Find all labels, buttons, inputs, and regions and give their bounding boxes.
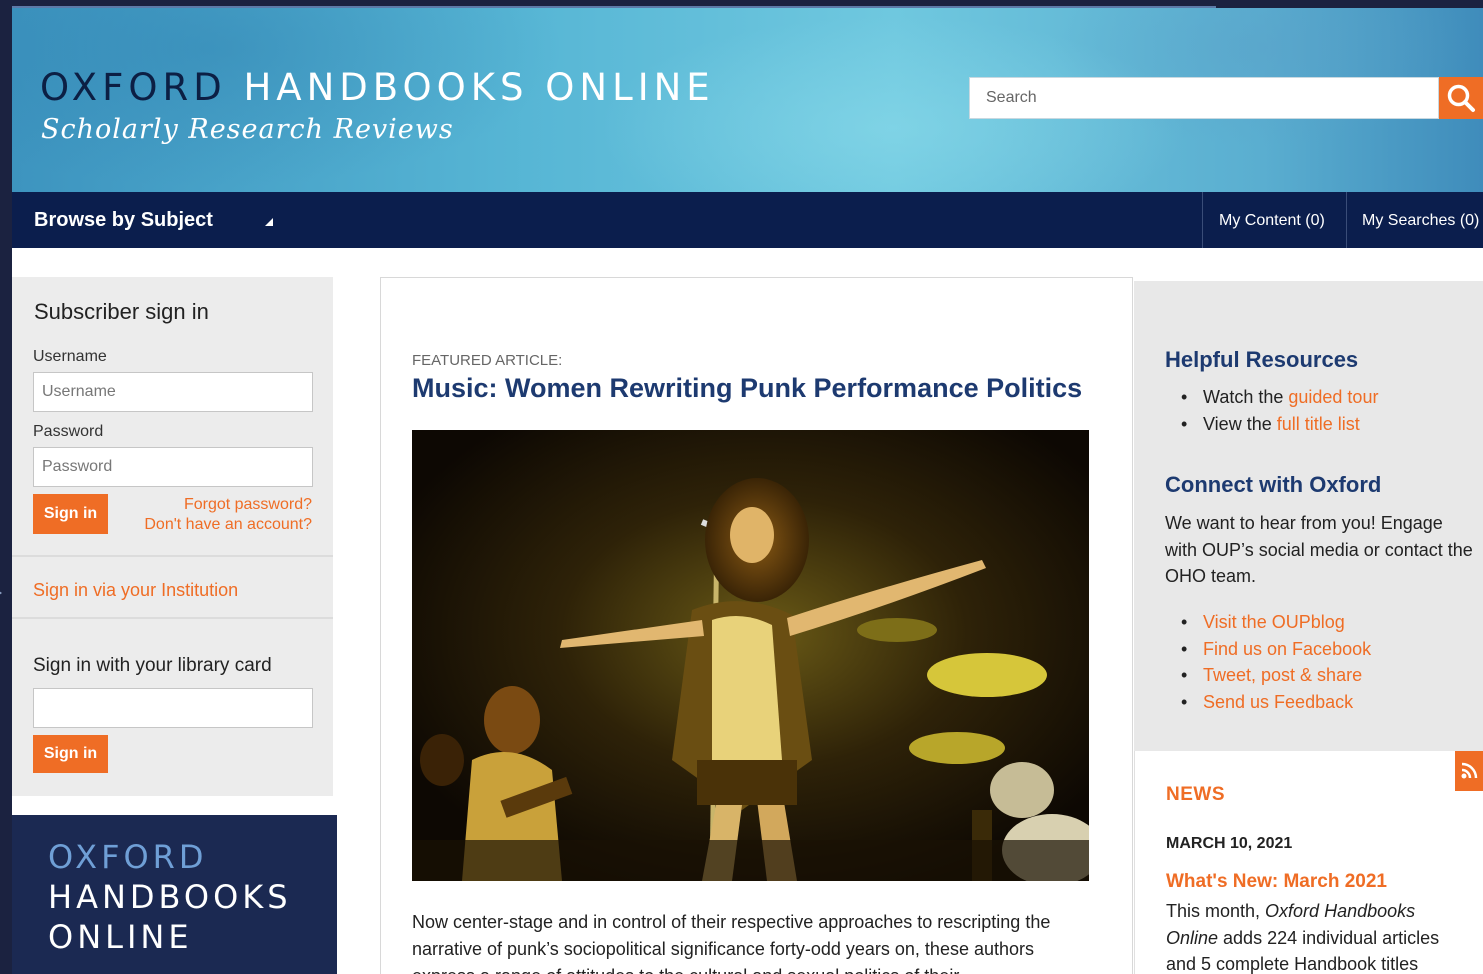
site-tagline: Scholarly Research Reviews <box>41 114 454 145</box>
featured-label: FEATURED ARTICLE: <box>412 352 563 369</box>
news-headline-link[interactable]: What's New: March 2021 <box>1166 871 1387 893</box>
site-logo[interactable]: OXFORD HANDBOOKS ONLINE <box>40 66 715 109</box>
password-label: Password <box>33 423 104 440</box>
list-item: Watch the guided tour <box>1165 384 1378 411</box>
triangle-down-icon[interactable] <box>263 217 275 227</box>
password-field[interactable]: Password <box>33 447 313 487</box>
connect-heading: Connect with Oxford <box>1165 472 1382 497</box>
connect-text: We want to hear from you! Engage with OU… <box>1165 513 1473 586</box>
my-content-link[interactable]: My Content (0) <box>1219 212 1325 230</box>
pointer-arrow-icon <box>0 583 2 603</box>
logo-oxford: OXFORD <box>40 66 227 109</box>
library-card-heading: Sign in with your library card <box>33 655 272 676</box>
browse-by-subject-button[interactable]: Browse by Subject <box>34 209 213 232</box>
username-label: Username <box>33 348 107 365</box>
create-account-link[interactable]: Don't have an account? <box>144 515 312 535</box>
full-title-list-link[interactable]: full title list <box>1277 414 1360 434</box>
news-date: MARCH 10, 2021 <box>1166 835 1293 852</box>
resource-prefix: View the <box>1203 413 1277 434</box>
helpful-resources-heading: Helpful Resources <box>1165 347 1359 372</box>
featured-article-title[interactable]: Music: Women Rewriting Punk Performance … <box>412 373 1082 404</box>
search-icon <box>1447 84 1475 112</box>
feedback-link[interactable]: Send us Feedback <box>1203 692 1353 712</box>
news-text-part: This month, <box>1166 901 1266 921</box>
list-item: Visit the OUPblog <box>1165 609 1371 636</box>
institution-signin-link[interactable]: Sign in via your Institution <box>33 580 238 601</box>
main-nav: Browse by Subject My Content (0) My Sear… <box>12 192 1483 248</box>
resources-list: Watch the guided tour View the full titl… <box>1165 384 1378 437</box>
facebook-link[interactable]: Find us on Facebook <box>1203 639 1371 659</box>
library-sign-in-button[interactable]: Sign in <box>33 735 108 773</box>
divider <box>12 617 333 619</box>
my-searches-link[interactable]: My Searches (0) <box>1362 212 1479 230</box>
list-item: View the full title list <box>1165 411 1378 438</box>
site-header: OXFORD HANDBOOKS ONLINE Scholarly Resear… <box>12 8 1483 192</box>
logo-line-handbooks: HANDBOOKS <box>48 878 292 916</box>
top-strip <box>12 0 1483 8</box>
nav-divider <box>1346 192 1347 248</box>
news-summary: This month, Oxford Handbooks Online adds… <box>1166 898 1471 974</box>
search-button[interactable] <box>1439 77 1483 119</box>
logo-line-online: ONLINE <box>48 918 193 956</box>
rss-feed-button[interactable] <box>1455 751 1483 791</box>
tweet-share-link[interactable]: Tweet, post & share <box>1203 665 1362 685</box>
sign-in-button[interactable]: Sign in <box>33 494 108 534</box>
featured-article-panel: FEATURED ARTICLE: Music: Women Rewriting… <box>380 277 1133 974</box>
guided-tour-link[interactable]: guided tour <box>1288 387 1378 407</box>
logo-handbooks-online: HANDBOOKS ONLINE <box>243 66 715 109</box>
concert-photo <box>412 430 1089 881</box>
divider <box>12 555 333 557</box>
list-item: Find us on Facebook <box>1165 636 1371 663</box>
signin-heading: Subscriber sign in <box>34 299 209 324</box>
forgot-password-link[interactable]: Forgot password? <box>144 495 312 515</box>
list-item: Send us Feedback <box>1165 689 1371 716</box>
library-card-field[interactable] <box>33 688 313 728</box>
featured-article-summary: Now center-stage and in control of their… <box>412 912 1051 974</box>
resource-prefix: Watch the <box>1203 387 1289 407</box>
page: OXFORD HANDBOOKS ONLINE Scholarly Resear… <box>12 0 1483 974</box>
news-panel: NEWS MARCH 10, 2021 What's New: March 20… <box>1134 751 1483 974</box>
oupblog-link[interactable]: Visit the OUPblog <box>1203 612 1345 632</box>
list-item: Tweet, post & share <box>1165 662 1371 689</box>
connect-links: Visit the OUPblog Find us on Facebook Tw… <box>1165 609 1371 715</box>
rss-icon <box>1461 762 1478 779</box>
username-field[interactable]: Username <box>33 372 313 412</box>
oho-logo-block: OXFORD HANDBOOKS ONLINE <box>12 815 337 974</box>
subscriber-signin-panel: Subscriber sign in Username Username Pas… <box>12 277 333 796</box>
search-input[interactable]: Search <box>969 77 1439 119</box>
logo-line-oxford: OXFORD <box>48 838 208 876</box>
featured-article-image[interactable] <box>412 430 1089 881</box>
news-heading: NEWS <box>1166 784 1225 805</box>
account-links: Forgot password? Don't have an account? <box>144 495 312 535</box>
right-sidebar: Helpful Resources Watch the guided tour … <box>1134 281 1483 751</box>
nav-divider <box>1202 192 1203 248</box>
